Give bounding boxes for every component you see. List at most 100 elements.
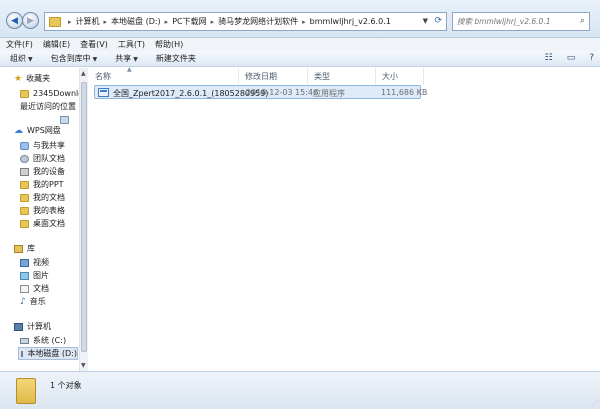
title-bar: ◀ ▶ ▸ 计算机 ▸ 本地磁盘 (D:) ▸ PC下载网 ▸ 骑马梦龙网络计划软件 ▸… [0, 0, 600, 38]
column-header-size[interactable]: 大小 [376, 68, 424, 84]
search-box[interactable]: ⌕ [452, 12, 590, 31]
nav-label: 收藏夹 [26, 74, 51, 83]
device-icon [20, 167, 29, 176]
nav-item-documents[interactable]: 文档 [20, 282, 49, 295]
chevron-right-icon: ▸ [302, 17, 306, 26]
scroll-up-icon[interactable]: ▲ [81, 70, 86, 77]
breadcrumb-software[interactable]: ▸ 骑马梦龙网络计划软件 [207, 16, 299, 27]
include-in-library-button[interactable]: 包含到库中 ▼ [51, 53, 98, 64]
column-header-name[interactable]: ▲ 名称 [89, 66, 239, 84]
column-label: 大小 [382, 71, 398, 81]
column-label: 名称 [95, 71, 111, 81]
new-folder-button[interactable]: 新建文件夹 [156, 53, 196, 64]
video-icon [20, 258, 29, 267]
view-controls: ☷ ▭ ? [545, 53, 594, 63]
breadcrumb-label: 本地磁盘 (D:) [111, 17, 161, 26]
nav-label: 最近访问的位置 [20, 102, 76, 111]
nav-item-my-devices[interactable]: 我的设备 [20, 165, 65, 178]
drive-icon [21, 350, 24, 357]
nav-item-my-docs[interactable]: 我的文档 [20, 191, 65, 204]
nav-item-drive-d[interactable]: 本地磁盘 (D:) [18, 347, 78, 360]
back-button[interactable]: ◀ [6, 12, 23, 29]
folder-icon [20, 206, 29, 215]
nav-label: WPS网盘 [27, 126, 61, 135]
nav-item-team-docs[interactable]: 团队文档 [20, 152, 65, 165]
search-icon[interactable]: ⌕ [580, 16, 585, 26]
folder-icon [20, 180, 29, 189]
menu-help[interactable]: 帮助(H) [155, 39, 183, 50]
share-button[interactable]: 共享 ▼ [115, 53, 138, 64]
nav-item-desktop-docs[interactable]: 桌面文档 [20, 217, 65, 230]
nav-item-my-ppt[interactable]: 我的PPT [20, 178, 64, 191]
menu-view[interactable]: 查看(V) [80, 39, 108, 50]
forward-button[interactable]: ▶ [22, 12, 39, 29]
help-icon[interactable]: ? [589, 53, 594, 63]
folder-icon [20, 193, 29, 202]
scroll-down-icon[interactable]: ▼ [81, 362, 86, 369]
recent-places-icon [60, 116, 69, 124]
column-header-type[interactable]: 类型 [308, 68, 376, 84]
include-label: 包含到库中 [50, 54, 91, 63]
table-row[interactable]: 全国_Zpert2017_2.6.0.1_(1805280959) 2018-1… [94, 85, 427, 99]
chevron-right-icon: ▸ [68, 17, 72, 26]
address-dropdown-icon[interactable]: ▼ [423, 17, 428, 25]
dropdown-arrow-icon: ▼ [28, 56, 33, 63]
organize-button[interactable]: 组织 ▼ [10, 53, 33, 64]
nav-item-pictures[interactable]: 图片 [20, 269, 49, 282]
music-icon: ♪ [20, 296, 26, 307]
view-options-icon[interactable]: ☷ [545, 53, 553, 63]
nav-label: 我的文档 [33, 193, 65, 202]
file-date: 2018-12-03 15:46 [246, 88, 319, 97]
dropdown-arrow-icon: ▼ [133, 56, 138, 63]
star-icon: ★ [14, 73, 23, 84]
file-list: ▲ 名称 修改日期 类型 大小 全国_Zpert2017_2.6.0.1_(18… [89, 66, 600, 371]
nav-item-my-sheets[interactable]: 我的表格 [20, 204, 65, 217]
file-type: 应用程序 [313, 89, 345, 98]
nav-computer[interactable]: 计算机 [14, 320, 51, 333]
resize-grip-icon[interactable]: ⋰ [592, 400, 598, 407]
scrollbar-thumb[interactable] [81, 82, 87, 352]
nav-item-2345downloads[interactable]: 2345Downloads [20, 87, 87, 100]
command-bar: 组织 ▼ 包含到库中 ▼ 共享 ▼ 新建文件夹 ☷ ▭ ? [0, 51, 600, 67]
library-icon [14, 244, 23, 253]
nav-label: 桌面文档 [33, 219, 65, 228]
address-bar[interactable]: ▸ 计算机 ▸ 本地磁盘 (D:) ▸ PC下载网 ▸ 骑马梦龙网络计划软件 ▸ bmml… [44, 12, 447, 31]
nav-item-drive-c[interactable]: 系统 (C:) [20, 334, 66, 347]
nav-label: 系统 (C:) [33, 336, 67, 345]
menu-tools[interactable]: 工具(T) [118, 39, 145, 50]
share-icon [20, 141, 29, 150]
column-label: 类型 [314, 71, 330, 81]
column-header-date[interactable]: 修改日期 [239, 68, 308, 84]
nav-wps[interactable]: ☁ WPS网盘 [14, 124, 61, 137]
nav-item-videos[interactable]: 视频 [20, 256, 49, 269]
picture-icon [20, 271, 29, 280]
nav-label: 我的PPT [33, 180, 64, 189]
refresh-icon[interactable]: ⟳ [434, 16, 442, 26]
nav-label: 团队文档 [33, 154, 65, 163]
cloud-icon: ☁ [14, 125, 23, 136]
nav-item-recent[interactable]: 最近访问的位置 [20, 100, 76, 124]
nav-libraries[interactable]: 库 [14, 242, 35, 255]
breadcrumb-pcdownload[interactable]: ▸ PC下载网 [161, 16, 207, 27]
drive-icon [20, 337, 29, 344]
search-input[interactable] [457, 17, 575, 26]
preview-pane-icon[interactable]: ▭ [567, 53, 576, 63]
menu-file[interactable]: 文件(F) [6, 39, 33, 50]
nav-item-shared-with-me[interactable]: 与我共享 [20, 139, 65, 152]
back-arrow-icon: ◀ [11, 15, 18, 26]
nav-scrollbar[interactable]: ▲ ▼ [79, 68, 88, 371]
breadcrumb-label: 骑马梦龙网络计划软件 [218, 17, 299, 26]
forward-arrow-icon: ▶ [27, 15, 34, 26]
share-label: 共享 [115, 54, 132, 63]
breadcrumb-computer[interactable]: ▸ 计算机 [64, 16, 100, 27]
nav-favorites[interactable]: ★ 收藏夹 [14, 72, 50, 85]
nav-label: 图片 [33, 271, 49, 280]
nav-label: 本地磁盘 (D:) [27, 349, 77, 358]
breadcrumb-drive-d[interactable]: ▸ 本地磁盘 (D:) [100, 16, 161, 27]
team-icon [20, 154, 29, 163]
menu-edit[interactable]: 编辑(E) [43, 39, 70, 50]
breadcrumb-current[interactable]: ▸ bmmlwljhrj_v2.6.0.1 [298, 17, 391, 26]
nav-item-music[interactable]: ♪ 音乐 [20, 295, 46, 308]
sort-arrow-icon: ▲ [127, 66, 132, 73]
status-bar: 1 个对象 ⋰ [0, 371, 600, 409]
